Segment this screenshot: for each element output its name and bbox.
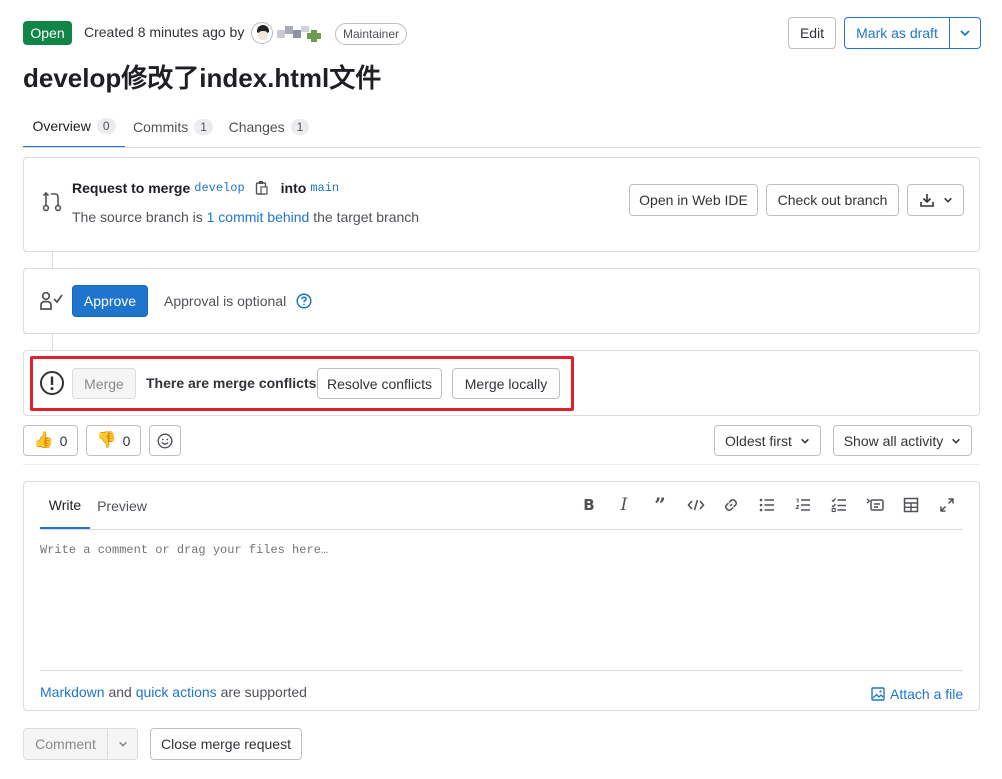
activity-filter-label: Show all activity bbox=[843, 432, 944, 449]
chevron-down-icon bbox=[960, 30, 970, 37]
download-icon bbox=[919, 194, 934, 207]
chevron-down-icon bbox=[943, 197, 952, 203]
tab-changes-label: Changes bbox=[228, 119, 285, 135]
code-icon[interactable] bbox=[686, 495, 706, 515]
fullscreen-icon[interactable] bbox=[937, 495, 957, 515]
copy-branch-icon[interactable] bbox=[255, 180, 269, 196]
warning-icon bbox=[39, 370, 65, 396]
approval-optional-text: Approval is optional bbox=[164, 293, 287, 309]
open-web-ide-button[interactable]: Open in Web IDE bbox=[629, 184, 758, 216]
bold-icon[interactable]: B bbox=[579, 495, 599, 515]
thumbs-down-button[interactable]: 👎 0 bbox=[86, 425, 141, 456]
bullet-list-icon[interactable] bbox=[757, 495, 777, 515]
role-badge: Maintainer bbox=[335, 23, 408, 45]
author-name-pixelated[interactable] bbox=[277, 24, 329, 42]
help-icon[interactable] bbox=[296, 293, 312, 309]
link-icon[interactable] bbox=[721, 495, 741, 515]
chevron-down-icon bbox=[118, 741, 127, 747]
and-text: and bbox=[108, 684, 132, 700]
branch-status-prefix: The source branch is bbox=[72, 209, 203, 225]
page-title: develop修改了index.html文件 bbox=[23, 63, 382, 93]
supported-text: are supported bbox=[220, 684, 307, 700]
quick-actions-link[interactable]: quick actions bbox=[136, 684, 217, 700]
sort-dropdown[interactable]: Oldest first bbox=[714, 425, 821, 456]
thumbs-up-icon: 👍 bbox=[33, 431, 54, 449]
table-icon[interactable] bbox=[901, 495, 921, 515]
sort-label: Oldest first bbox=[725, 432, 792, 449]
tab-overview-label: Overview bbox=[32, 118, 91, 134]
draft-dropdown-toggle[interactable] bbox=[949, 17, 981, 49]
markdown-link[interactable]: Markdown bbox=[40, 684, 105, 700]
thumbs-down-count: 0 bbox=[122, 432, 131, 449]
timeline-connector bbox=[52, 251, 53, 269]
tab-changes[interactable]: Changes 1 bbox=[221, 106, 317, 148]
tab-commits-count: 1 bbox=[194, 119, 213, 135]
branch-status-suffix: the target branch bbox=[313, 209, 420, 225]
close-merge-request-button[interactable]: Close merge request bbox=[150, 728, 302, 760]
mark-as-draft-button[interactable]: Mark as draft bbox=[844, 17, 950, 49]
collapsible-section-icon[interactable] bbox=[865, 495, 885, 515]
tab-commits[interactable]: Commits 1 bbox=[125, 106, 221, 148]
tab-overview[interactable]: Overview 0 bbox=[23, 106, 125, 148]
merge-conflicts-text: There are merge conflicts bbox=[146, 375, 317, 391]
merge-locally-button[interactable]: Merge locally bbox=[452, 368, 560, 399]
tab-preview[interactable]: Preview bbox=[92, 482, 152, 529]
image-icon bbox=[871, 687, 885, 701]
add-reaction-button[interactable] bbox=[149, 425, 181, 456]
task-list-icon[interactable] bbox=[829, 495, 849, 515]
source-branch-link[interactable]: develop bbox=[194, 181, 244, 195]
numbered-list-icon[interactable] bbox=[793, 495, 813, 515]
request-to-merge-label: Request to merge bbox=[72, 180, 191, 196]
author-avatar[interactable] bbox=[251, 22, 273, 44]
approve-button[interactable]: Approve bbox=[72, 285, 148, 317]
tabs-divider bbox=[23, 147, 981, 148]
timeline-connector bbox=[52, 333, 53, 351]
tab-commits-label: Commits bbox=[133, 119, 189, 135]
editor-footer-divider bbox=[40, 670, 963, 671]
chevron-down-icon bbox=[801, 438, 809, 444]
comment-textarea[interactable]: Write a comment or drag your files here… bbox=[40, 543, 963, 669]
download-dropdown-button[interactable] bbox=[907, 184, 964, 216]
thumbs-up-count: 0 bbox=[59, 432, 68, 449]
thumbs-up-button[interactable]: 👍 0 bbox=[23, 425, 78, 456]
check-out-branch-button[interactable]: Check out branch bbox=[766, 184, 899, 216]
approval-icon bbox=[39, 290, 65, 312]
resolve-conflicts-button[interactable]: Resolve conflicts bbox=[317, 368, 442, 399]
status-badge: Open bbox=[23, 21, 72, 45]
tab-overview-count: 0 bbox=[96, 118, 116, 134]
merge-request-icon bbox=[40, 189, 64, 213]
comment-dropdown-toggle[interactable] bbox=[107, 728, 138, 760]
commits-behind-link[interactable]: 1 commit behind bbox=[207, 209, 310, 225]
target-branch-link[interactable]: main bbox=[310, 181, 339, 195]
edit-button[interactable]: Edit bbox=[788, 17, 836, 49]
merge-button[interactable]: Merge bbox=[72, 368, 136, 399]
thumbs-down-icon: 👎 bbox=[96, 431, 117, 449]
comment-button[interactable]: Comment bbox=[23, 728, 108, 760]
into-label: into bbox=[280, 180, 307, 196]
attach-file-link[interactable]: Attach a file bbox=[871, 686, 963, 702]
attach-file-label: Attach a file bbox=[890, 686, 964, 702]
activity-filter-dropdown[interactable]: Show all activity bbox=[833, 425, 972, 456]
divider bbox=[23, 464, 980, 465]
created-text: Created 8 minutes ago by bbox=[84, 24, 245, 40]
tab-write[interactable]: Write bbox=[40, 482, 90, 529]
smiley-icon bbox=[157, 432, 173, 449]
tab-changes-count: 1 bbox=[290, 119, 310, 135]
quote-icon[interactable]: ” bbox=[650, 493, 670, 517]
chevron-down-icon bbox=[952, 438, 961, 444]
editor-tabs-divider bbox=[40, 529, 963, 530]
italic-icon[interactable]: I bbox=[614, 495, 634, 515]
